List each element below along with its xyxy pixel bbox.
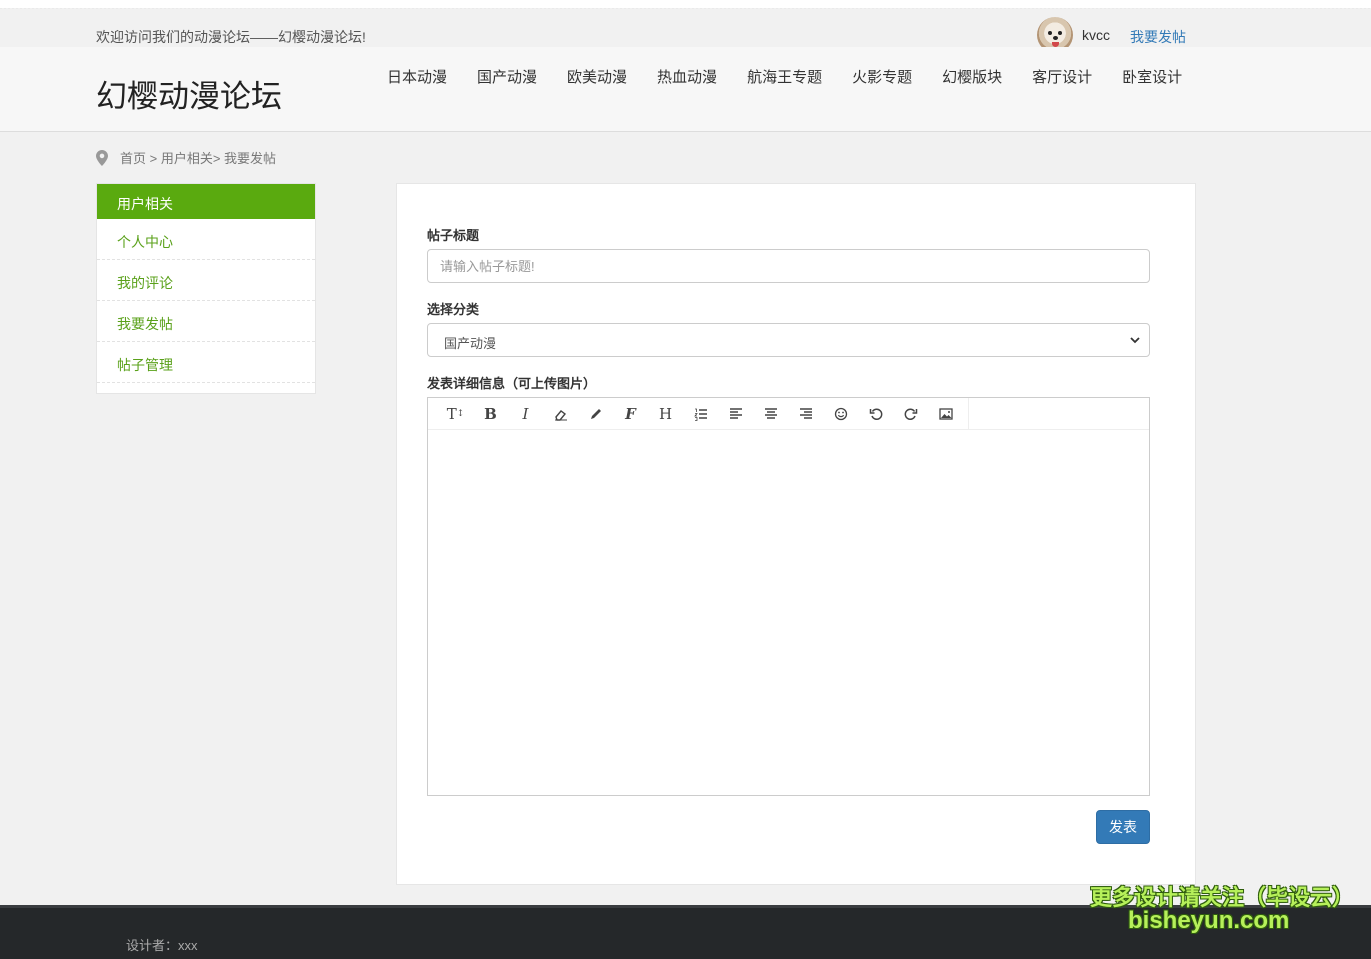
undo-icon[interactable]: [858, 400, 893, 428]
editor-toolbar: T ↕ B I F H: [428, 397, 1149, 430]
new-post-link[interactable]: 我要发帖: [1130, 27, 1186, 47]
emoji-icon[interactable]: [823, 400, 858, 428]
sidebar-item-profile[interactable]: 个人中心: [97, 219, 315, 260]
welcome-text: 欢迎访问我们的动漫论坛——幻樱动漫论坛!: [96, 29, 366, 45]
align-center-icon[interactable]: [753, 400, 788, 428]
image-icon[interactable]: [928, 400, 963, 428]
nav-item[interactable]: 卧室设计: [1122, 66, 1182, 87]
category-select[interactable]: 国产动漫: [427, 323, 1150, 357]
location-pin-icon: [96, 149, 108, 166]
title-input[interactable]: [427, 249, 1150, 283]
nav-item[interactable]: 欧美动漫: [567, 66, 627, 87]
redo-icon[interactable]: [893, 400, 928, 428]
site-title[interactable]: 幻樱动漫论坛: [96, 71, 282, 116]
header: 幻樱动漫论坛 日本动漫 国产动漫 欧美动漫 热血动漫 航海王专题 火影专题 幻樱…: [0, 47, 1371, 132]
publish-button[interactable]: 发表: [1096, 810, 1150, 844]
sidebar: 用户相关 个人中心 我的评论 我要发帖 帖子管理: [96, 183, 316, 394]
nav-item[interactable]: 客厅设计: [1032, 66, 1092, 87]
align-left-icon[interactable]: [718, 400, 753, 428]
sidebar-item-comments[interactable]: 我的评论: [97, 260, 315, 301]
category-label: 选择分类: [427, 302, 480, 317]
nav-item[interactable]: 航海王专题: [747, 66, 822, 87]
category-selected-value: 国产动漫: [444, 336, 497, 351]
title-label: 帖子标题: [427, 228, 480, 243]
align-right-icon[interactable]: [788, 400, 823, 428]
editor-content-area[interactable]: [428, 430, 1149, 796]
post-form-panel: 帖子标题 选择分类 国产动漫 发表详细信息（可上传图片） T↕ B I F H: [396, 183, 1196, 885]
ordered-list-icon[interactable]: [683, 400, 718, 428]
chevron-down-icon: [1130, 337, 1140, 344]
eraser-icon[interactable]: [543, 400, 578, 428]
breadcrumb-text[interactable]: 首页 > 用户相关> 我要发帖: [120, 148, 276, 167]
top-bar: 欢迎访问我们的动漫论坛——幻樱动漫论坛! kvcc 我要发帖: [0, 0, 1371, 53]
nav-item[interactable]: 热血动漫: [657, 66, 717, 87]
breadcrumb: 首页 > 用户相关> 我要发帖: [96, 148, 276, 167]
bold-icon[interactable]: B: [473, 400, 508, 428]
sidebar-heading: 用户相关: [97, 184, 315, 219]
nav-item[interactable]: 国产动漫: [477, 66, 537, 87]
font-icon[interactable]: F: [613, 400, 648, 428]
italic-icon[interactable]: I: [508, 400, 543, 428]
username[interactable]: kvcc: [1082, 27, 1110, 43]
nav-item[interactable]: 日本动漫: [387, 66, 447, 87]
text-size-icon[interactable]: T ↕: [438, 400, 473, 428]
sidebar-item-new-post[interactable]: 我要发帖: [97, 301, 315, 342]
designer-credit: 设计者：xxx: [126, 938, 198, 953]
heading-icon[interactable]: H: [648, 400, 683, 428]
watermark-line-2: bisheyun.com: [1128, 907, 1290, 934]
nav-item[interactable]: 火影专题: [852, 66, 912, 87]
rich-text-editor: T ↕ B I F H: [427, 397, 1150, 796]
main-nav: 日本动漫 国产动漫 欧美动漫 热血动漫 航海王专题 火影专题 幻樱版块 客厅设计…: [387, 66, 1212, 87]
sidebar-item-manage-posts[interactable]: 帖子管理: [97, 342, 315, 383]
detail-label: 发表详细信息（可上传图片）: [427, 376, 597, 391]
nav-item[interactable]: 幻樱版块: [942, 66, 1002, 87]
pen-icon[interactable]: [578, 400, 613, 428]
